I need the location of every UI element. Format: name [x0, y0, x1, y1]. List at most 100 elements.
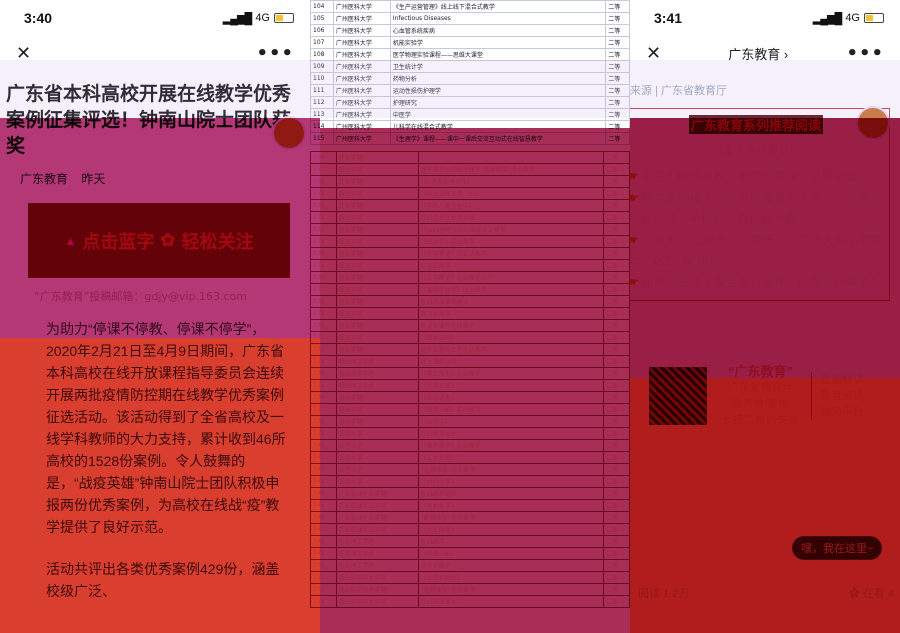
- table-cell: 二等: [602, 403, 630, 416]
- table-cell: 131: [310, 331, 337, 344]
- table-cell: 《数据结构》: [417, 331, 604, 344]
- table-cell: 惠州学院: [335, 403, 419, 416]
- table-cell: 在线混合式教学实践: [417, 211, 604, 224]
- table-cell: 二等: [602, 151, 630, 164]
- table-cell: 130: [310, 319, 337, 332]
- table-row: 129 肇庆学院 数字化教学 二等: [310, 307, 630, 320]
- table-cell: 二等: [602, 451, 630, 464]
- table-cell: 112: [310, 96, 334, 109]
- table-cell: 二等: [605, 120, 630, 133]
- table-cell: 二等: [602, 559, 630, 572]
- table-cell: 东莞理工学院: [335, 559, 419, 572]
- table-cell: 《Java程序设计》课程线上教学: [417, 223, 604, 236]
- close-icon[interactable]: ✕: [646, 43, 670, 64]
- table-cell: 117: [310, 163, 337, 176]
- table-cell: 佛山科学技术学院: [335, 595, 419, 608]
- table-row: 112 广州医科大学 护理研究 二等: [310, 96, 630, 109]
- recommend-title: 广东教育系列推荐阅读: [689, 115, 823, 134]
- network-label: 4G: [255, 12, 270, 24]
- table-cell: 《统计学》在线教学: [417, 235, 604, 248]
- table-cell: 肇庆学院: [335, 307, 419, 320]
- table-cell: 在线教学组织: [417, 487, 604, 500]
- table-cell: 《化工原理》: [417, 523, 604, 536]
- table-cell: 《电路分析》: [417, 547, 604, 560]
- table-cell: ……: [417, 151, 604, 164]
- table-cell: 在线教学: [417, 535, 604, 548]
- table-cell: 肇庆学院: [335, 247, 419, 260]
- qr-code[interactable]: [646, 364, 710, 428]
- table-cell: 115: [310, 132, 334, 145]
- table-cell: 广州医科大学: [332, 96, 391, 109]
- table-row: 115 广州医科大学 《生理学》课程——课中一课后交流互动式在线智慧教学 二等: [310, 132, 630, 145]
- qr-side-item: 服务平台: [820, 406, 864, 418]
- table-cell: 肇庆学院: [335, 259, 419, 272]
- table-cell: 108: [310, 48, 334, 61]
- more-icon[interactable]: •••: [256, 43, 294, 64]
- more-icon[interactable]: •••: [846, 43, 884, 64]
- table-row: 142 五邑大学 “在线课程”线上教学 二等: [310, 463, 630, 476]
- avatar[interactable]: [856, 106, 890, 140]
- qr-side-list: 政策解读 教育资讯 服务平台: [811, 372, 864, 420]
- table-row: 145 广东石油化工学院 《有机化学》 二等: [310, 499, 630, 512]
- table-cell: 147: [310, 523, 337, 536]
- table-cell: 119: [310, 187, 337, 200]
- table-row: 120 嘉应学院 《学前儿童卫生学》 二等: [310, 199, 630, 212]
- table-cell: 肇庆学院: [335, 331, 419, 344]
- table-row: 117 韶关学院 基于多平台的线上线下“两步教学”混合教学 二等: [310, 163, 630, 176]
- article-footer: 阅读 1.2万 ✿ 在看 4: [632, 585, 900, 601]
- table-row: 131 肇庆学院 《数据结构》 二等: [310, 331, 630, 344]
- like-count-text: 在看 4: [862, 588, 894, 600]
- table-cell: 128: [310, 295, 337, 308]
- table-row: 121 嘉应学院 在线混合式教学实践 二等: [310, 211, 630, 224]
- table-cell: 肇庆学院: [335, 223, 419, 236]
- table-cell: 152: [310, 583, 337, 596]
- qr-side-item: 教育资讯: [820, 390, 864, 402]
- table-row: 123 肇庆学院 《统计学》在线教学 二等: [310, 235, 630, 248]
- status-time: 3:41: [654, 10, 683, 26]
- table-cell: 148: [310, 535, 337, 548]
- table-cell: 二等: [602, 223, 630, 236]
- close-icon[interactable]: ✕: [16, 43, 40, 64]
- table-cell: 145: [310, 499, 337, 512]
- table-cell: 广东石油化工学院: [335, 487, 419, 500]
- table-cell: 二等: [605, 0, 630, 13]
- flower-icon: ✿: [160, 230, 176, 250]
- table-cell: 122: [310, 223, 337, 236]
- table-cell: 《材料力学》: [417, 475, 604, 488]
- recommend-item[interactable]: ☛ 帮学生晒被子、按身高设置洗手池……各地各校推出暖心举措，为返校做准备: [630, 188, 883, 228]
- table-cell: 二等: [602, 439, 630, 452]
- table-cell: 韶关学院: [335, 151, 419, 164]
- arrow-up-icon: ▲: [64, 233, 77, 248]
- table-cell: 二等: [602, 319, 630, 332]
- account-name[interactable]: 广东教育: [20, 172, 68, 186]
- table-cell: “智慧课堂”在线教学: [417, 583, 604, 596]
- table-cell: 118: [310, 175, 337, 188]
- pointer-icon: ☛: [630, 169, 640, 183]
- recommend-item[interactable]: ☛ 学生们即将返校，老师们要做好这些准备！: [630, 166, 883, 186]
- follow-banner[interactable]: ▲ 点击蓝字 ✿ 轻松关注: [28, 203, 290, 278]
- battery-icon: [864, 13, 884, 23]
- table-cell: 132: [310, 343, 337, 356]
- recommend-item[interactable]: ☛ 如何保证孩子安全返校复课？广东这样做了！: [630, 272, 883, 292]
- table-cell: 二等: [605, 72, 630, 85]
- table-row: 109 广州医科大学 卫生统计学 二等: [310, 60, 630, 73]
- table-cell: 护理研究: [389, 96, 607, 109]
- account-title[interactable]: 广东教育 ›: [670, 44, 846, 63]
- qr-line: 政务微信 中: [731, 398, 790, 410]
- follow-button[interactable]: 嘿，我在这里~: [792, 536, 883, 560]
- like-count[interactable]: ✿ 在看 4: [849, 585, 894, 601]
- recommend-item-text: 帮学生晒被子、按身高设置洗手池……各地各校推出暖心举措，为返校做准备: [630, 191, 882, 225]
- recommend-item[interactable]: ☛ 云揽笔、云统考、云教研……广东大中小学推出了这些“云”措施: [630, 230, 883, 270]
- table-cell: 140: [310, 439, 337, 452]
- table-row: 143 五邑大学 《材料力学》 二等: [310, 475, 630, 488]
- table-cell: 心血管系统疾病: [389, 24, 607, 37]
- table-cell: 129: [310, 307, 337, 320]
- table-cell: 139: [310, 427, 337, 440]
- table-cell: 137: [310, 403, 337, 416]
- banner-text: 点击蓝字: [82, 231, 155, 252]
- avatar[interactable]: [272, 116, 306, 150]
- table-row: 152 佛山科学技术学院 “智慧课堂”在线教学 二等: [310, 583, 630, 596]
- table-row: 107 广州医科大学 机能实验学 二等: [310, 36, 630, 49]
- article-title: 广东省本科高校开展在线教学优秀案例征集评选！钟南山院士团队获奖: [6, 84, 292, 157]
- table-cell: 肇庆学院: [335, 319, 419, 332]
